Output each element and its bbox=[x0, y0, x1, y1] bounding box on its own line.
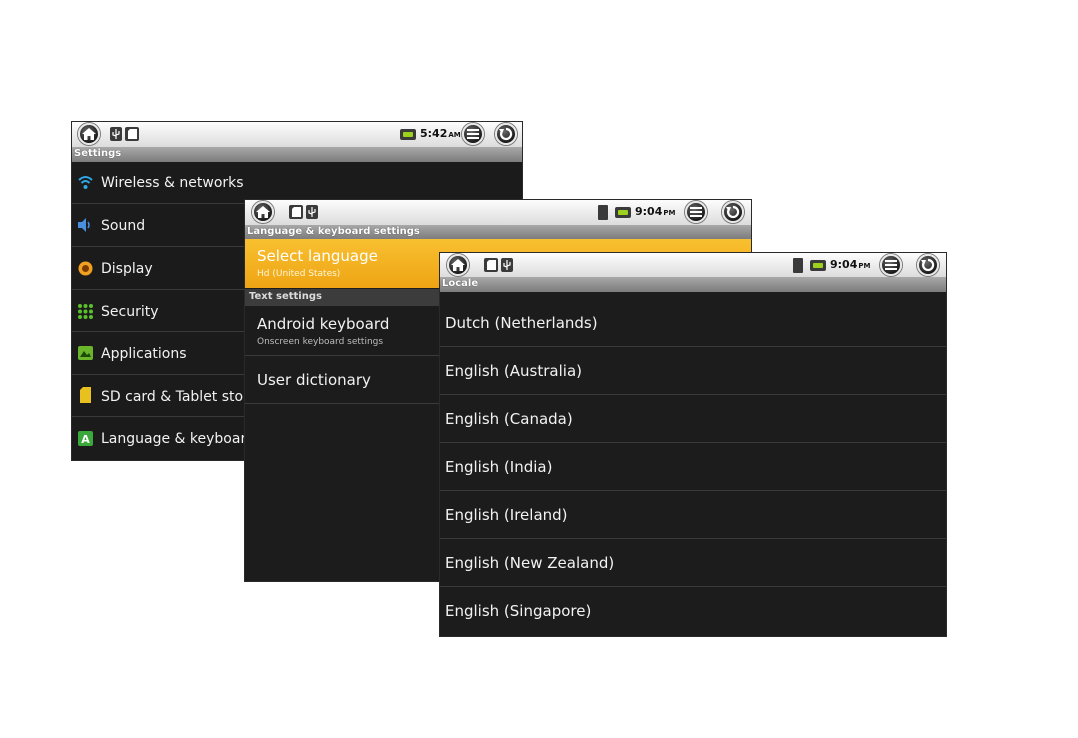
battery-icon bbox=[810, 260, 826, 271]
home-icon[interactable] bbox=[252, 201, 274, 223]
back-icon[interactable] bbox=[917, 254, 939, 276]
screen-title: Language & keyboard settings bbox=[245, 225, 751, 239]
clock: 5:42AM bbox=[420, 127, 461, 140]
usb-icon bbox=[306, 205, 318, 219]
android-keyboard-label: Android keyboard bbox=[257, 315, 390, 333]
signal-icon bbox=[793, 258, 803, 273]
android-keyboard-sublabel: Onscreen keyboard settings bbox=[257, 337, 384, 347]
settings-item-label: SD card & Tablet stora bbox=[101, 389, 258, 405]
usb-icon bbox=[110, 127, 122, 141]
sdcard-icon bbox=[125, 127, 139, 141]
settings-item-label: Display bbox=[101, 261, 153, 277]
locale-item-label: English (Ireland) bbox=[445, 506, 568, 524]
clock: 9:04PM bbox=[830, 258, 871, 271]
locale-item[interactable]: English (India) bbox=[440, 443, 946, 491]
svg-text:A: A bbox=[81, 433, 90, 446]
screen-title: Settings bbox=[72, 147, 522, 162]
brightness-icon bbox=[78, 261, 93, 276]
settings-item-label: Security bbox=[101, 304, 159, 320]
user-dictionary-label: User dictionary bbox=[257, 371, 371, 389]
screen-title: Locale bbox=[440, 277, 946, 292]
home-icon[interactable] bbox=[447, 254, 469, 276]
battery-icon bbox=[615, 207, 631, 218]
battery-icon bbox=[400, 129, 416, 140]
settings-item-label: Applications bbox=[101, 346, 187, 362]
security-grid-icon bbox=[78, 304, 93, 319]
locale-item-label: English (New Zealand) bbox=[445, 554, 615, 572]
sdcard-icon bbox=[289, 205, 303, 219]
locale-screen: 9:04PM Locale Dutch (Netherlands) Englis… bbox=[440, 253, 946, 636]
clock: 9:04PM bbox=[635, 205, 676, 218]
applications-icon bbox=[78, 346, 93, 360]
locale-item-label: English (Canada) bbox=[445, 410, 573, 428]
sdcard-icon bbox=[484, 258, 498, 272]
status-bar: 9:04PM bbox=[245, 200, 751, 226]
speaker-icon bbox=[78, 218, 90, 232]
settings-item-label: Wireless & networks bbox=[101, 175, 244, 191]
home-icon[interactable] bbox=[78, 123, 100, 145]
back-icon[interactable] bbox=[495, 123, 517, 145]
locale-item[interactable]: English (Ireland) bbox=[440, 491, 946, 539]
status-bar: 9:04PM bbox=[440, 253, 946, 278]
menu-icon[interactable] bbox=[462, 123, 484, 145]
locale-item[interactable]: Dutch (Netherlands) bbox=[440, 299, 946, 347]
sdcard-storage-icon bbox=[80, 387, 91, 403]
locale-item[interactable]: English (Singapore) bbox=[440, 587, 946, 636]
menu-icon[interactable] bbox=[685, 201, 707, 223]
select-language-value: Hd (United States) bbox=[257, 269, 341, 279]
language-icon: A bbox=[78, 431, 93, 446]
status-bar: 5:42AM bbox=[72, 122, 522, 148]
locale-item-label: English (India) bbox=[445, 458, 553, 476]
signal-icon bbox=[598, 205, 608, 220]
locale-item[interactable]: English (New Zealand) bbox=[440, 539, 946, 587]
locale-item[interactable]: English (Australia) bbox=[440, 347, 946, 395]
locale-item-label: English (Singapore) bbox=[445, 602, 592, 620]
select-language-label: Select language bbox=[257, 247, 378, 265]
settings-item-wireless[interactable]: Wireless & networks bbox=[72, 162, 522, 204]
settings-item-label: Language & keyboard bbox=[101, 431, 255, 447]
menu-icon[interactable] bbox=[880, 254, 902, 276]
settings-item-label: Sound bbox=[101, 218, 146, 234]
usb-icon bbox=[501, 258, 513, 272]
locale-item[interactable]: English (Canada) bbox=[440, 395, 946, 443]
wifi-icon bbox=[78, 176, 93, 189]
locale-item-label: Dutch (Netherlands) bbox=[445, 314, 598, 332]
locale-item-label: English (Australia) bbox=[445, 362, 582, 380]
back-icon[interactable] bbox=[722, 201, 744, 223]
